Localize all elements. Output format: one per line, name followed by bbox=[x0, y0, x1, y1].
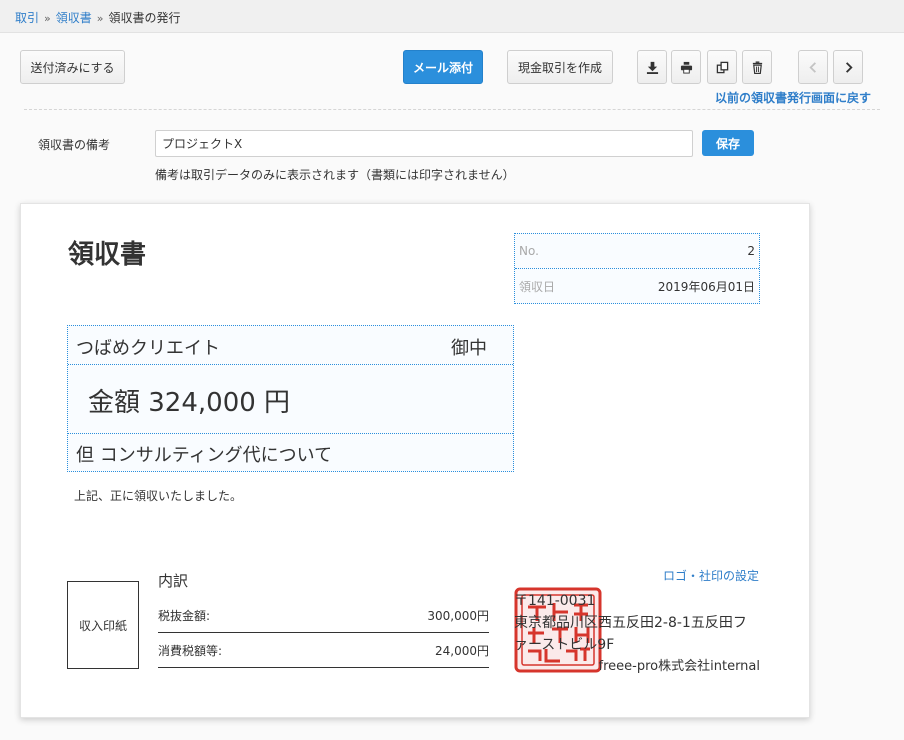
mail-attach-button[interactable]: メール添付 bbox=[403, 50, 483, 84]
breakdown-value: 24,000円 bbox=[435, 643, 489, 658]
download-icon bbox=[646, 61, 658, 74]
receipt-date-label: 領収日 bbox=[519, 280, 556, 294]
receipt-preview: 領収書 No. 2 領収日 2019年06月01日 つばめクリエイト 御中 金額… bbox=[20, 203, 810, 718]
purpose-row: 但 コンサルティング代について bbox=[68, 433, 513, 473]
recipient-header: つばめクリエイト 御中 bbox=[68, 326, 513, 365]
create-cash-deal-button[interactable]: 現金取引を作成 bbox=[507, 50, 613, 84]
honorific: 御中 bbox=[451, 338, 487, 359]
receipt-number-value: 2 bbox=[747, 244, 755, 258]
recipient-box[interactable]: つばめクリエイト 御中 金額 324,000 円 但 コンサルティング代について bbox=[67, 325, 514, 472]
top-bar: 取引 » 領収書 » 領収書の発行 bbox=[0, 0, 904, 33]
breakdown-row: 税抜金額: 300,000円 bbox=[158, 598, 489, 633]
issuer-company-name: freee-pro株式会社internal bbox=[598, 659, 760, 674]
chevron-right-icon bbox=[845, 61, 853, 73]
memo-note: 備考は取引データのみに表示されます（書類には印字されません） bbox=[155, 168, 515, 182]
breadcrumb: 取引 » 領収書 » 領収書の発行 bbox=[15, 9, 181, 26]
logo-seal-settings-link[interactable]: ロゴ・社印の設定 bbox=[663, 567, 759, 584]
issuer-postal-code: 〒141-0031 bbox=[514, 593, 596, 609]
breadcrumb-link-deals[interactable]: 取引 bbox=[15, 11, 39, 25]
divider bbox=[24, 109, 880, 110]
memo-label: 領収書の備考 bbox=[38, 138, 111, 152]
receipt-number-row: No. 2 bbox=[515, 234, 759, 269]
amount-total: 金額 324,000 円 bbox=[88, 388, 291, 418]
receipt-number-label: No. bbox=[519, 244, 539, 258]
acknowledgement-text: 上記、正に領収いたしました。 bbox=[74, 489, 243, 503]
print-button[interactable] bbox=[671, 50, 701, 84]
copy-button[interactable] bbox=[707, 50, 737, 84]
next-button[interactable] bbox=[833, 50, 863, 84]
trash-icon bbox=[752, 60, 762, 74]
delete-button[interactable] bbox=[742, 50, 772, 84]
receipt-date-value: 2019年06月01日 bbox=[657, 280, 755, 294]
breadcrumb-separator: » bbox=[44, 12, 51, 25]
breakdown-title: 内訳 bbox=[158, 572, 189, 590]
receipt-date-row: 領収日 2019年06月01日 bbox=[515, 269, 759, 304]
receipt-meta-box[interactable]: No. 2 領収日 2019年06月01日 bbox=[514, 233, 760, 304]
breakdown-row: 消費税額等: 24,000円 bbox=[158, 633, 489, 668]
issuer-address: 東京都品川区西五反田2-8-1五反田ファーストビル9F bbox=[514, 615, 747, 653]
breadcrumb-separator: » bbox=[96, 12, 104, 25]
print-icon bbox=[680, 61, 692, 74]
breakdown-value: 300,000円 bbox=[427, 608, 489, 623]
prev-button[interactable] bbox=[798, 50, 828, 84]
breakdown-label: 消費税額等: bbox=[158, 643, 223, 658]
memo-input[interactable] bbox=[155, 130, 693, 157]
copy-icon bbox=[716, 61, 728, 73]
download-button[interactable] bbox=[637, 50, 667, 84]
receipt-title: 領収書 bbox=[68, 240, 147, 270]
addressee-name: つばめクリエイト bbox=[76, 338, 220, 359]
purpose-text: 但 コンサルティング代について bbox=[76, 445, 333, 466]
back-to-previous-link[interactable]: 以前の領収書発行画面に戻す bbox=[715, 89, 871, 106]
issuer-block: 〒141-0031 東京都品川区西五反田2-8-1五反田ファーストビル9F fr… bbox=[514, 590, 760, 678]
breadcrumb-current: 領収書の発行 bbox=[108, 11, 181, 25]
revenue-stamp-box: 収入印紙 bbox=[67, 581, 139, 669]
breadcrumb-link-receipts[interactable]: 領収書 bbox=[56, 11, 92, 25]
breakdown-label: 税抜金額: bbox=[158, 608, 211, 623]
chevron-left-icon bbox=[808, 61, 816, 73]
save-button[interactable]: 保存 bbox=[702, 130, 754, 156]
mark-sent-button[interactable]: 送付済みにする bbox=[20, 50, 125, 84]
